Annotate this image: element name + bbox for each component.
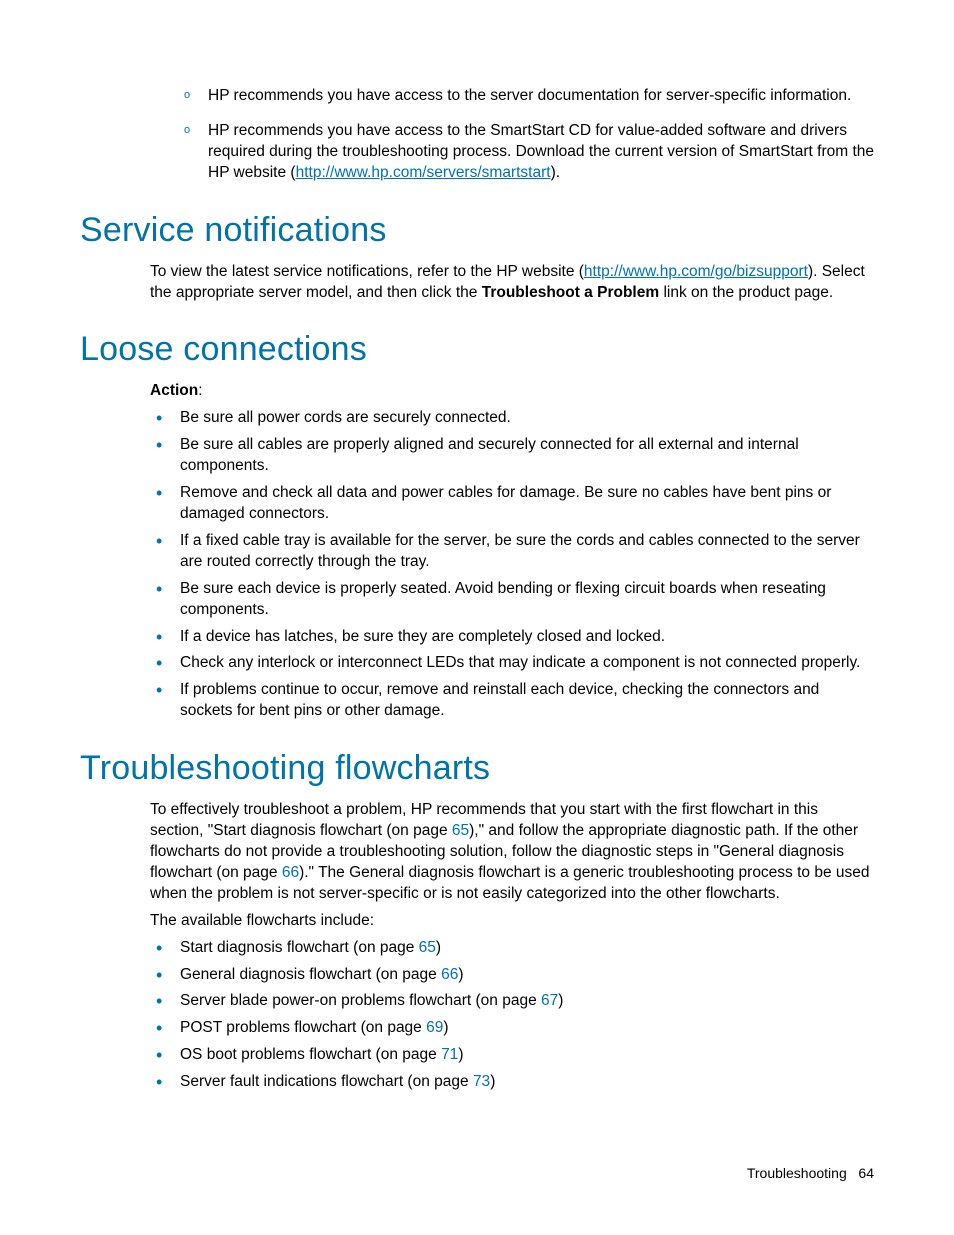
list-item-text: HP recommends you have access to the ser… — [208, 87, 851, 104]
page-ref-link[interactable]: 71 — [441, 1046, 458, 1063]
page-ref-link[interactable]: 65 — [419, 939, 436, 956]
heading-troubleshooting-flowcharts: Troubleshooting flowcharts — [80, 746, 874, 792]
list-item-text: If a device has latches, be sure they ar… — [180, 628, 665, 645]
list-item-pre: Server fault indications flowchart (on p… — [180, 1073, 473, 1090]
action-line: Action: — [150, 381, 874, 402]
list-item-pre: POST problems flowchart (on page — [180, 1019, 426, 1036]
page-ref-link[interactable]: 69 — [426, 1019, 443, 1036]
service-notifications-paragraph: To view the latest service notifications… — [150, 262, 874, 304]
intro-sublist-wrap: HP recommends you have access to the ser… — [180, 86, 874, 184]
list-item: HP recommends you have access to the ser… — [180, 86, 874, 107]
list-item: Be sure all cables are properly aligned … — [150, 435, 874, 477]
smartstart-link[interactable]: http://www.hp.com/servers/smartstart — [296, 164, 551, 181]
troubleshooting-flowcharts-body: To effectively troubleshoot a problem, H… — [150, 800, 874, 1093]
list-item: Be sure each device is properly seated. … — [150, 579, 874, 621]
list-item-post: ) — [436, 939, 441, 956]
page-ref-link[interactable]: 66 — [282, 864, 299, 881]
service-notifications-body: To view the latest service notifications… — [150, 262, 874, 304]
list-item: If a device has latches, be sure they ar… — [150, 627, 874, 648]
list-item-text: Check any interlock or interconnect LEDs… — [180, 654, 860, 671]
heading-loose-connections: Loose connections — [80, 327, 874, 373]
page-ref-link[interactable]: 66 — [441, 966, 458, 983]
list-item: If problems continue to occur, remove an… — [150, 680, 874, 722]
list-item-text: Be sure each device is properly seated. … — [180, 580, 826, 618]
list-item-post: ) — [443, 1019, 448, 1036]
flowcharts-available-paragraph: The available flowcharts include: — [150, 911, 874, 932]
list-item-pre: General diagnosis flowchart (on page — [180, 966, 441, 983]
list-item-pre: Server blade power-on problems flowchart… — [180, 992, 541, 1009]
document-page: HP recommends you have access to the ser… — [0, 0, 954, 1235]
list-item: Remove and check all data and power cabl… — [150, 483, 874, 525]
list-item-post: ) — [558, 992, 563, 1009]
svc-text-c: link on the product page. — [659, 284, 833, 301]
svc-text-a: To view the latest service notifications… — [150, 263, 584, 280]
heading-service-notifications: Service notifications — [80, 208, 874, 254]
list-item: Server blade power-on problems flowchart… — [150, 991, 874, 1012]
list-item: Server fault indications flowchart (on p… — [150, 1072, 874, 1093]
list-item: OS boot problems flowchart (on page 71) — [150, 1045, 874, 1066]
loose-connections-body: Action: Be sure all power cords are secu… — [150, 381, 874, 722]
list-item-text: If problems continue to occur, remove an… — [180, 681, 819, 719]
list-item-post: ) — [458, 1046, 463, 1063]
bizsupport-link[interactable]: http://www.hp.com/go/bizsupport — [584, 263, 808, 280]
list-item-text: If a fixed cable tray is available for t… — [180, 532, 860, 570]
list-item: Be sure all power cords are securely con… — [150, 408, 874, 429]
list-item: HP recommends you have access to the Sma… — [180, 121, 874, 184]
list-item: Check any interlock or interconnect LEDs… — [150, 653, 874, 674]
list-item-pre: Start diagnosis flowchart (on page — [180, 939, 419, 956]
intro-sublist: HP recommends you have access to the ser… — [180, 86, 874, 184]
page-ref-link[interactable]: 73 — [473, 1073, 490, 1090]
list-item: General diagnosis flowchart (on page 66) — [150, 965, 874, 986]
list-item-text: Remove and check all data and power cabl… — [180, 484, 831, 522]
loose-connections-list: Be sure all power cords are securely con… — [150, 408, 874, 722]
list-item: Start diagnosis flowchart (on page 65) — [150, 938, 874, 959]
footer-section: Troubleshooting — [747, 1165, 847, 1181]
flowcharts-intro-paragraph: To effectively troubleshoot a problem, H… — [150, 800, 874, 905]
action-colon: : — [198, 382, 202, 399]
list-item-pre: OS boot problems flowchart (on page — [180, 1046, 441, 1063]
list-item-tail: ). — [551, 164, 560, 181]
page-footer: Troubleshooting 64 — [747, 1164, 874, 1183]
list-item: POST problems flowchart (on page 69) — [150, 1018, 874, 1039]
flowcharts-list: Start diagnosis flowchart (on page 65) G… — [150, 938, 874, 1094]
list-item: If a fixed cable tray is available for t… — [150, 531, 874, 573]
page-ref-link[interactable]: 65 — [452, 822, 469, 839]
svc-bold: Troubleshoot a Problem — [482, 284, 659, 301]
list-item-post: ) — [458, 966, 463, 983]
action-label: Action — [150, 382, 198, 399]
footer-page-number: 64 — [858, 1165, 874, 1181]
page-ref-link[interactable]: 67 — [541, 992, 558, 1009]
list-item-text: Be sure all cables are properly aligned … — [180, 436, 799, 474]
list-item-text: Be sure all power cords are securely con… — [180, 409, 511, 426]
list-item-post: ) — [490, 1073, 495, 1090]
